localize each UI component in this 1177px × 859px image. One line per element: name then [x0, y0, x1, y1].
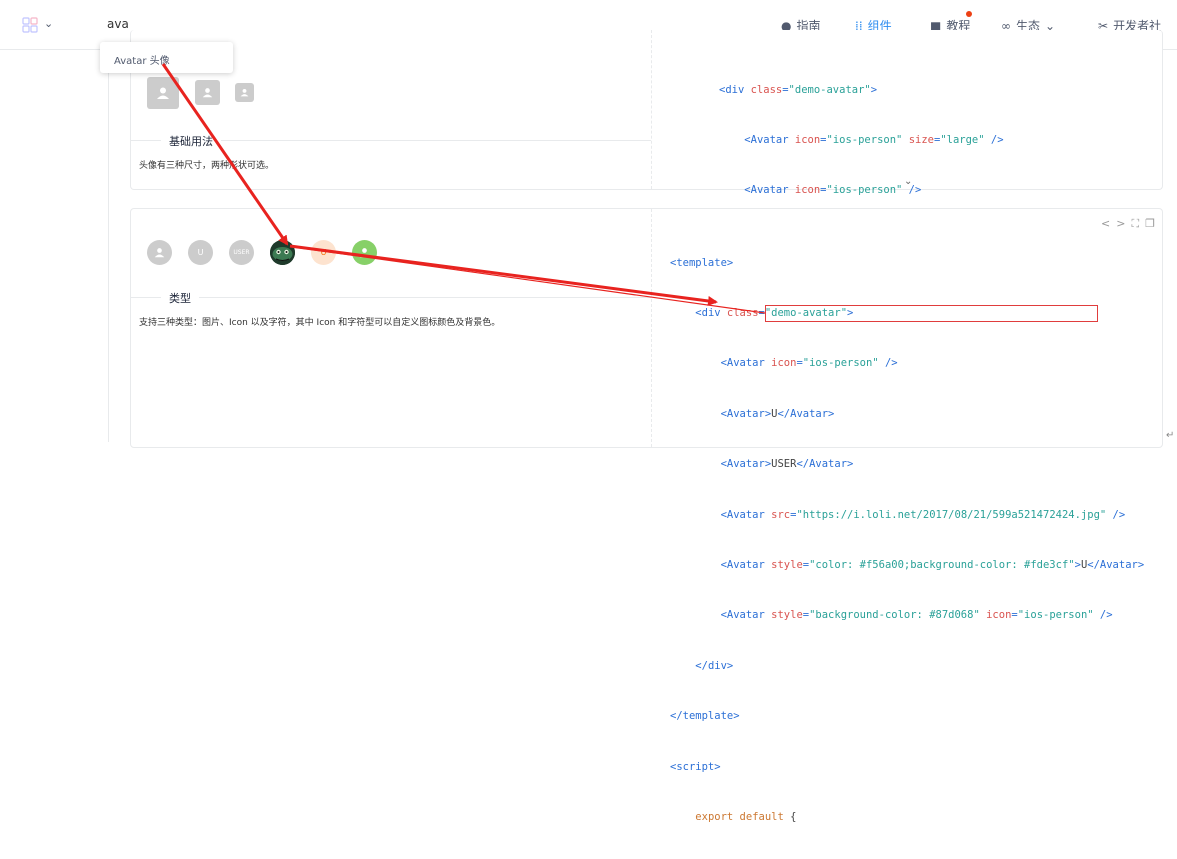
avatar-photo-icon [270, 240, 295, 265]
sidebar-divider [108, 50, 109, 442]
search-dropdown: Avatar 头像 [100, 42, 233, 73]
code-line: <Avatar icon="ios-person" /> [720, 357, 898, 370]
avatar-icon-green [352, 240, 377, 265]
types-card: U USER U 类型 支持三种类型：图片、Icon 以及字符，其中 Icon … [130, 208, 1163, 823]
basic-usage-card: 基础用法 头像有三种尺寸，两种形状可选。 <div class="demo-av… [130, 30, 1163, 448]
apps-logo-icon[interactable] [22, 17, 38, 33]
search-input[interactable]: ava [107, 17, 129, 31]
avatar-text-u: U [188, 240, 213, 265]
person-icon [240, 88, 249, 97]
section-desc-basic: 头像有三种尺寸，两种形状可选。 [139, 161, 275, 171]
card-split [651, 209, 652, 447]
section-desc-types: 支持三种类型：图片、Icon 以及字符，其中 Icon 和字符型可以自定义图标颜… [139, 318, 501, 328]
section-title-types: 类型 [161, 290, 199, 306]
dropdown-item-avatar[interactable]: Avatar 头像 [114, 52, 170, 67]
expand-chevron-icon[interactable]: ⌄ [904, 176, 912, 187]
avatar-text-user: USER [229, 240, 254, 265]
avatar-text-colored: U [311, 240, 336, 265]
avatar-square-default [195, 80, 220, 105]
code-line: <script> [670, 760, 721, 773]
person-icon [154, 248, 165, 258]
code-line: </template> [670, 710, 740, 723]
code-line: </div> [695, 659, 734, 672]
section-divider [131, 297, 651, 298]
person-icon [359, 248, 370, 258]
notification-dot [966, 11, 972, 17]
chevron-down-icon[interactable]: ⌄ [44, 17, 53, 30]
code-line: <div class="demo-avatar"> [719, 83, 878, 96]
code-line: <Avatar style="color: #f56a00;background… [720, 558, 1145, 571]
code-line: <Avatar>U</Avatar> [720, 407, 835, 420]
avatar-square-large [147, 77, 179, 109]
avatar-image [270, 240, 295, 265]
avatar-icon [147, 240, 172, 265]
code-line: <Avatar>USER</Avatar> [720, 458, 854, 471]
code-line: export default { [695, 810, 797, 823]
code-line: <template> [670, 256, 734, 269]
avatar-square-small [235, 83, 254, 102]
copy-icon[interactable]: ❐ [1145, 217, 1161, 230]
card-split [651, 30, 652, 189]
person-icon [157, 87, 169, 99]
code-line: <Avatar src="https://i.loli.net/2017/08/… [720, 508, 1126, 521]
person-icon [202, 88, 213, 98]
section-title-basic: 基础用法 [161, 133, 221, 149]
code-line: <Avatar icon="ios-person" size="large" /… [744, 133, 1004, 146]
code-line: <Avatar style="background-color: #87d068… [720, 609, 1113, 622]
src-highlight-box [765, 305, 1098, 322]
return-mark-icon: ↵ [1166, 430, 1175, 441]
